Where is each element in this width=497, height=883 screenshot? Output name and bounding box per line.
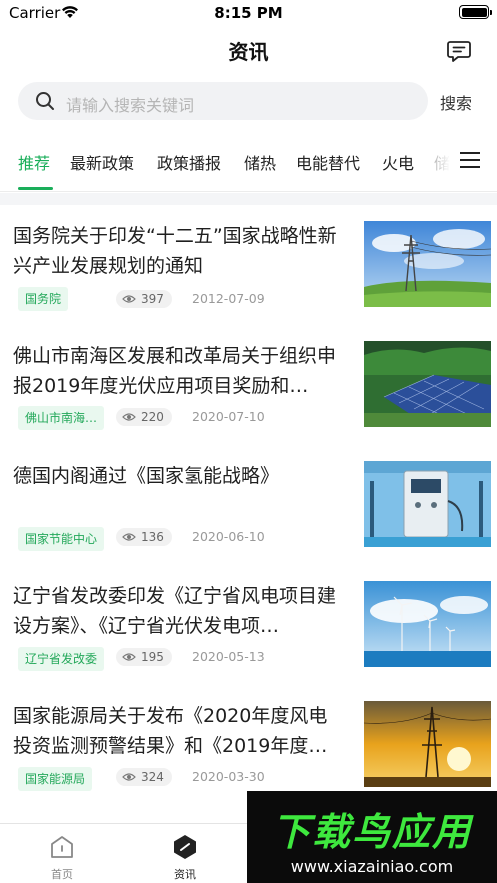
battery-icon — [459, 5, 492, 19]
publish-date: 2020-05-13 — [192, 649, 265, 664]
publish-date: 2012-07-09 — [192, 291, 265, 306]
source-tag: 佛山市南海… — [18, 406, 105, 430]
tab-recommend[interactable]: 推荐 — [18, 150, 50, 174]
tabbar-news-label: 资讯 — [174, 868, 196, 881]
view-count: 324 — [116, 768, 172, 786]
watermark: 下载鸟应用 www.xiazainiao.com — [247, 791, 497, 883]
section-divider — [0, 193, 497, 205]
list-item[interactable]: 佛山市南海区发展和改革局关于组织申报2019年度光伏应用项目奖励和… 佛山市南海… — [0, 325, 497, 445]
article-thumbnail — [364, 701, 491, 787]
article-title: 德国内阁通过《国家氢能战略》 — [13, 465, 280, 487]
tab-thermal-power[interactable]: 火电 — [382, 150, 414, 174]
list-item[interactable]: 国家能源局关于发布《2020年度风电投资监测预警结果》和《2019年度… 国家能… — [0, 685, 497, 805]
search-placeholder: 请输入搜索关键词 — [66, 96, 195, 115]
tab-electric-replacement[interactable]: 电能替代 — [296, 150, 360, 174]
view-count: 136 — [116, 528, 172, 546]
watermark-logo: 下载鸟应用 — [271, 810, 472, 854]
eye-icon — [122, 533, 136, 541]
list-item[interactable]: 辽宁省发改委印发《辽宁省风电项目建设方案》、《辽宁省光伏发电项… 辽宁省发改委 … — [0, 565, 497, 685]
eye-icon — [122, 295, 136, 303]
source-tag: 国务院 — [18, 287, 69, 311]
view-count: 195 — [116, 648, 172, 666]
article-thumbnail — [364, 221, 491, 307]
news-icon — [174, 835, 196, 859]
tab-latest-policy[interactable]: 最新政策 — [70, 150, 134, 174]
article-thumbnail — [364, 461, 491, 547]
message-icon[interactable] — [446, 38, 472, 64]
publish-date: 2020-03-30 — [192, 769, 265, 784]
list-item[interactable]: 国务院关于印发“十二五”国家战略性新兴产业发展规划的通知 国务院 397 201… — [0, 205, 497, 325]
publish-date: 2020-06-10 — [192, 529, 265, 544]
article-title: 国家能源局关于发布《2020年度风电投资监测预警结果》和《2019年度… — [13, 705, 328, 757]
article-thumbnail — [364, 341, 491, 427]
source-tag: 国家节能中心 — [18, 527, 105, 551]
article-title: 佛山市南海区发展和改革局关于组织申报2019年度光伏应用项目奖励和… — [13, 345, 337, 397]
search-input[interactable]: 请输入搜索关键词 — [18, 82, 428, 120]
menu-icon[interactable] — [459, 150, 481, 170]
search-button[interactable]: 搜索 — [440, 90, 472, 114]
list-item[interactable]: 德国内阁通过《国家氢能战略》 国家节能中心 136 2020-06-10 — [0, 445, 497, 565]
search-icon — [36, 92, 54, 110]
category-tabs: 推荐 最新政策 政策播报 储热 电能替代 火电 储 — [0, 140, 497, 192]
source-tag: 辽宁省发改委 — [18, 647, 105, 671]
eye-icon — [122, 413, 136, 421]
tab-policy-broadcast[interactable]: 政策播报 — [157, 150, 221, 174]
source-tag: 国家能源局 — [18, 767, 93, 791]
tabbar-home-label: 首页 — [51, 868, 73, 881]
eye-icon — [122, 773, 136, 781]
article-title: 辽宁省发改委印发《辽宁省风电项目建设方案》、《辽宁省光伏发电项… — [13, 585, 337, 637]
watermark-url: www.xiazainiao.com — [290, 857, 454, 876]
page-title: 资讯 — [228, 40, 269, 64]
article-title: 国务院关于印发“十二五”国家战略性新兴产业发展规划的通知 — [13, 225, 337, 277]
view-count: 397 — [116, 290, 172, 308]
publish-date: 2020-07-10 — [192, 409, 265, 424]
clock: 8:15 PM — [214, 4, 283, 22]
article-thumbnail — [364, 581, 491, 667]
home-icon — [51, 836, 73, 858]
view-count: 220 — [116, 408, 172, 426]
eye-icon — [122, 653, 136, 661]
status-bar: Carrier 8:15 PM — [0, 0, 497, 26]
tab-heat-storage[interactable]: 储热 — [244, 150, 276, 174]
active-tab-indicator — [18, 187, 53, 190]
